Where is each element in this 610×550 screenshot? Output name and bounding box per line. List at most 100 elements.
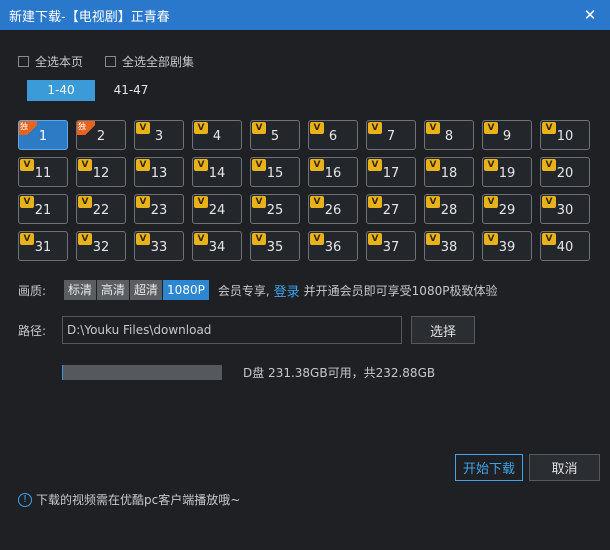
- episode-button-27[interactable]: V 27: [366, 194, 416, 224]
- episode-button-29[interactable]: V 29: [482, 194, 532, 224]
- episode-button-14[interactable]: V 14: [192, 157, 242, 187]
- episode-number: 5: [270, 128, 280, 144]
- vip-badge-icon: V: [310, 122, 324, 134]
- episode-button-1[interactable]: 独1: [18, 120, 68, 150]
- episode-button-30[interactable]: V 30: [540, 194, 590, 224]
- episode-button-23[interactable]: V 23: [134, 194, 184, 224]
- vip-badge-icon: V: [136, 159, 150, 171]
- tab-range-41-47[interactable]: 41-47: [101, 80, 161, 101]
- episode-button-12[interactable]: V 12: [76, 157, 126, 187]
- episode-button-18[interactable]: V 18: [424, 157, 474, 187]
- episode-number: 24: [208, 202, 226, 218]
- episode-button-16[interactable]: V 16: [308, 157, 358, 187]
- episode-button-19[interactable]: V 19: [482, 157, 532, 187]
- exclusive-badge-icon: 独: [19, 121, 37, 135]
- episode-number: 18: [440, 165, 458, 181]
- quality-option-1080p[interactable]: 1080P: [163, 280, 209, 300]
- episode-button-36[interactable]: V 36: [308, 231, 358, 261]
- checkbox-icon[interactable]: [105, 56, 117, 67]
- episode-number: 17: [382, 165, 400, 181]
- episode-button-20[interactable]: V 20: [540, 157, 590, 187]
- login-link[interactable]: 登录: [274, 281, 300, 300]
- episode-button-40[interactable]: V 40: [540, 231, 590, 261]
- exclusive-badge-icon: 独: [77, 121, 95, 135]
- quality-note-prefix: 会员专享,: [217, 283, 270, 298]
- path-label: 路径:: [18, 323, 47, 338]
- cancel-button[interactable]: 取消: [529, 454, 600, 481]
- episode-range-tabs: 1-40 41-47: [27, 80, 161, 101]
- episode-button-8[interactable]: V8: [424, 120, 474, 150]
- vip-badge-icon: V: [194, 196, 208, 208]
- episode-button-5[interactable]: V5: [250, 120, 300, 150]
- episode-button-26[interactable]: V 26: [308, 194, 358, 224]
- vip-badge-icon: V: [484, 122, 498, 134]
- episode-button-32[interactable]: V 32: [76, 231, 126, 261]
- episode-button-11[interactable]: V 11: [18, 157, 68, 187]
- episode-button-3[interactable]: V3: [134, 120, 184, 150]
- episode-button-31[interactable]: V 31: [18, 231, 68, 261]
- select-options: 全选本页 全选全部剧集: [18, 53, 216, 70]
- episode-button-22[interactable]: V 22: [76, 194, 126, 224]
- episode-number: 30: [556, 202, 574, 218]
- path-input[interactable]: [62, 316, 402, 344]
- episode-button-15[interactable]: V 15: [250, 157, 300, 187]
- select-page-checkbox[interactable]: 全选本页: [18, 53, 83, 70]
- episode-number: 8: [444, 128, 454, 144]
- episode-number: 9: [502, 128, 512, 144]
- quality-option-shd[interactable]: 超清: [130, 280, 163, 300]
- vip-badge-icon: V: [368, 122, 382, 134]
- episode-button-13[interactable]: V 13: [134, 157, 184, 187]
- quality-option-hd[interactable]: 高清: [97, 280, 130, 300]
- checkbox-icon[interactable]: [18, 56, 29, 67]
- episode-button-9[interactable]: V9: [482, 120, 532, 150]
- episode-button-24[interactable]: V 24: [192, 194, 242, 224]
- vip-badge-icon: V: [310, 233, 324, 245]
- tab-range-1-40[interactable]: 1-40: [27, 80, 95, 101]
- episode-button-4[interactable]: V4: [192, 120, 242, 150]
- episode-button-7[interactable]: V7: [366, 120, 416, 150]
- disk-usage-fill: [62, 365, 63, 380]
- vip-badge-icon: V: [542, 196, 556, 208]
- quality-option-sd[interactable]: 标清: [64, 280, 97, 300]
- episode-button-25[interactable]: V 25: [250, 194, 300, 224]
- quality-row: 画质: 标清 高清 超清 1080P 会员专享, 登录 并开通会员即可享受108…: [18, 280, 497, 300]
- select-all-checkbox[interactable]: 全选全部剧集: [105, 53, 194, 70]
- episode-button-28[interactable]: V 28: [424, 194, 474, 224]
- vip-badge-icon: V: [78, 196, 92, 208]
- vip-badge-icon: V: [252, 196, 266, 208]
- episode-button-10[interactable]: V 10: [540, 120, 590, 150]
- browse-button[interactable]: 选择: [411, 316, 475, 344]
- vip-badge-icon: V: [484, 159, 498, 171]
- episode-number: 34: [208, 239, 226, 255]
- episode-button-21[interactable]: V 21: [18, 194, 68, 224]
- episode-number: 22: [92, 202, 110, 218]
- start-download-button[interactable]: 开始下载: [455, 454, 523, 481]
- title-bar: 新建下载-【电视剧】正青春 ✕: [0, 0, 610, 30]
- episode-number: 3: [154, 128, 164, 144]
- episode-button-38[interactable]: V 38: [424, 231, 474, 261]
- episode-number: 15: [266, 165, 284, 181]
- episode-number: 16: [324, 165, 342, 181]
- episode-button-39[interactable]: V 39: [482, 231, 532, 261]
- episode-number: 28: [440, 202, 458, 218]
- episode-button-2[interactable]: 独2: [76, 120, 126, 150]
- close-icon[interactable]: ✕: [580, 5, 600, 25]
- episode-button-34[interactable]: V 34: [192, 231, 242, 261]
- vip-badge-icon: V: [484, 196, 498, 208]
- path-row: 路径: 选择: [18, 316, 475, 344]
- vip-badge-icon: V: [310, 159, 324, 171]
- episode-button-17[interactable]: V 17: [366, 157, 416, 187]
- episode-button-33[interactable]: V 33: [134, 231, 184, 261]
- episode-number: 33: [150, 239, 168, 255]
- episode-number: 23: [150, 202, 168, 218]
- episode-number: 31: [34, 239, 52, 255]
- vip-badge-icon: V: [426, 196, 440, 208]
- episode-button-35[interactable]: V 35: [250, 231, 300, 261]
- select-page-label: 全选本页: [35, 55, 84, 69]
- episode-button-37[interactable]: V 37: [366, 231, 416, 261]
- episode-button-6[interactable]: V6: [308, 120, 358, 150]
- episode-number: 13: [150, 165, 168, 181]
- vip-badge-icon: V: [368, 233, 382, 245]
- vip-badge-icon: V: [252, 159, 266, 171]
- vip-badge-icon: V: [252, 233, 266, 245]
